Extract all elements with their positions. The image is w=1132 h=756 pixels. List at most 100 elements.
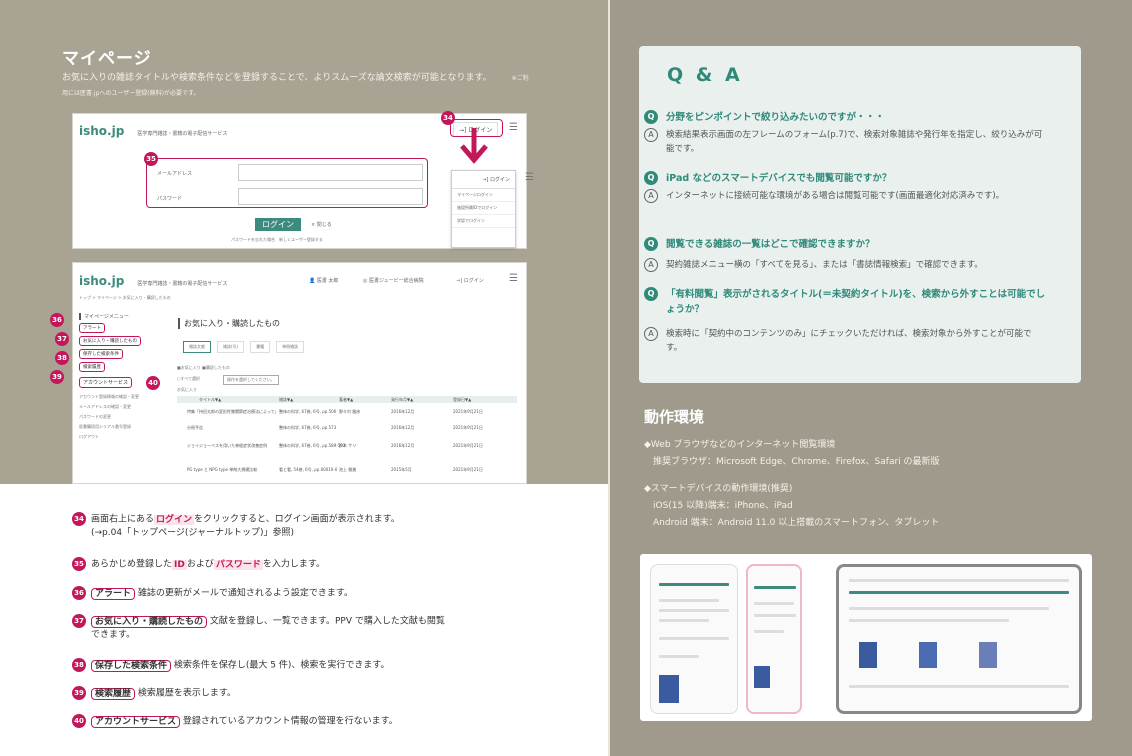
table-row[interactable]: ジョイジョーベスを用いた神経症状改善症例: [187, 443, 277, 449]
account-item-3[interactable]: パスワードの変更: [79, 412, 159, 422]
org-name[interactable]: ◎ 医書ジュービー総合病院: [363, 277, 424, 284]
sidebar-title: マイページメニュー: [79, 313, 159, 320]
explanation-num: 38: [72, 658, 86, 672]
tab-issues[interactable]: 雑誌(号): [217, 341, 245, 353]
account-item-4[interactable]: 医書購読用シリアル番号登録: [79, 422, 159, 432]
col-author[interactable]: 著者▼▲: [339, 397, 353, 403]
hamburger-icon[interactable]: ☰: [509, 122, 518, 133]
tab-bar: 雑誌文献 雑誌(号) 書籍 単冊雑誌: [183, 341, 305, 353]
action-select[interactable]: 操作を選択してください。: [223, 375, 279, 385]
sidebar-item-history[interactable]: 検索履歴: [79, 362, 105, 372]
menu-item-gakunin-login[interactable]: 学認でログイン: [452, 215, 515, 228]
table-row[interactable]: 分冊予告: [187, 425, 203, 431]
user-name[interactable]: 👤 医書 太郎: [309, 277, 338, 284]
phone-screenshot-1: [650, 564, 738, 714]
logo-area: isho.jp 医学専門雑誌・書籍の電子配信サービス: [79, 120, 227, 139]
question-icon: Q: [644, 110, 658, 124]
bar: [659, 637, 729, 640]
book-cover: [979, 642, 997, 668]
dropdown-login[interactable]: →] ログイン: [452, 171, 515, 189]
table-row[interactable]: 特集「持田太郎の変形性膝関節症治療法によって」: [187, 409, 277, 415]
explanation-34: 34 画面右上にある ログイン をクリックすると、ログイン画面が表示されます。 (→p…: [72, 512, 532, 540]
email-input[interactable]: [238, 164, 423, 181]
phone-screenshot-2: [746, 564, 802, 714]
isho-logo-2: isho.jp: [79, 274, 125, 288]
explanation-highlight: ログイン: [154, 514, 195, 525]
bar: [849, 579, 1069, 582]
tablet-screenshot: [836, 564, 1082, 714]
explanation-num: 36: [72, 586, 86, 600]
forgot-links[interactable]: パスワードを忘れた場合 新しくユーザー登録する: [231, 237, 323, 243]
col-journal[interactable]: 雑誌▼▲: [279, 397, 293, 403]
question-text: 閲覧できる雑誌の一覧はどこで確認できますか？: [666, 239, 875, 250]
mypage-title: マイページ: [62, 49, 152, 69]
menu-item-facility-login[interactable]: 施設所属IDでログイン: [452, 202, 515, 215]
table-cell: 2015年5月: [391, 467, 412, 472]
explanation-37: 37 お気に入り・購読したもの 文献を登録し、一覧できます。PPV で購入した文献…: [72, 614, 532, 642]
answer-icon: A: [644, 258, 658, 272]
filter-checkboxes[interactable]: ■お気に入り ■購読したもの: [177, 365, 230, 371]
col-title[interactable]: タイトル▼▲: [199, 397, 221, 403]
explanation-text: 文献を登録し、一覧できます。PPV で購入した文献も閲覧: [209, 616, 445, 627]
callout-36: 36: [50, 313, 64, 327]
sidebar-item-alert[interactable]: アラート: [79, 323, 105, 333]
login-link-2[interactable]: →] ログイン: [456, 277, 484, 284]
explanation-num: 40: [72, 714, 86, 728]
env-line-4: iOS(15 以降)端末：iPhone、iPad: [644, 501, 793, 511]
book-cover: [919, 642, 937, 668]
bar: [659, 583, 729, 586]
explanation-text: を入力します。: [262, 559, 325, 570]
email-label: メールアドレス: [157, 171, 193, 177]
tab-articles[interactable]: 雑誌文献: [183, 341, 211, 353]
table-row[interactable]: PG type と NPG type 単剤大規模比較: [187, 467, 277, 473]
bar: [849, 685, 1069, 688]
col-registered[interactable]: 登録日▼▲: [453, 397, 471, 403]
table-cell: 看と看, 54巻, 6号, pp.00010-00011: [279, 467, 337, 472]
explanation-text: および: [186, 559, 214, 570]
explanation-num: 35: [72, 557, 86, 571]
account-item-2[interactable]: メールアドレスの確認・変更: [79, 402, 159, 412]
env-line-1: ◆Web ブラウザなどのインターネット閲覧環境: [644, 440, 836, 450]
password-input[interactable]: [238, 188, 423, 205]
close-link[interactable]: × 閉じる: [311, 221, 332, 228]
callout-38: 38: [55, 351, 69, 365]
sidebar-item-favorites[interactable]: お気に入り・購読したもの: [79, 336, 141, 346]
select-all[interactable]: ○すべて選択: [177, 376, 200, 382]
answer-icon: A: [644, 327, 658, 341]
explanation-text: 画面右上にある: [91, 514, 155, 525]
table-cell: 2021年9月21日: [453, 443, 483, 448]
explanation-39: 39 検索履歴 検索履歴を表示します。: [72, 686, 532, 701]
answer-text: インターネットに接続可能な環境がある場合は閲覧可能です(画面最適化対応済みです)…: [666, 191, 1005, 201]
explanation-40: 40 アカウントサービス 登録されているアカウント情報の管理を行ないます。: [72, 714, 532, 729]
explanation-text: できます。: [91, 629, 136, 640]
tab-books[interactable]: 書籍: [250, 341, 271, 353]
answer-icon: A: [644, 189, 658, 203]
explanation-text: (→p.04「トップページ(ジャーナルトップ)」参照): [91, 527, 294, 538]
book-cover: [859, 642, 877, 668]
explanation-box: 保存した検索条件: [91, 659, 172, 672]
qa-title: Q & A: [667, 64, 743, 86]
login-button[interactable]: ログイン: [255, 218, 301, 231]
col-date[interactable]: 発行年月▼▲: [391, 397, 413, 403]
tab-single[interactable]: 単冊雑誌: [276, 341, 305, 353]
question-1: Q 分野をピンポイントで絞り込みたいのですが・・・: [644, 110, 1054, 125]
hamburger-icon-2[interactable]: ☰: [525, 172, 534, 183]
question-2: QiPad などのスマートデバイスでも閲覧可能ですか？: [644, 171, 1054, 186]
menu-item-mypage-login[interactable]: マイページログイン: [452, 189, 515, 202]
account-item-1[interactable]: アカウント登録情報の確認・変更: [79, 392, 159, 402]
answer-4: A 検索時に「契約中のコンテンツのみ」にチェックいただければ、検索対象から外すこと…: [644, 327, 1054, 355]
sidebar-item-saved-search[interactable]: 保存した検索条件: [79, 349, 123, 359]
explanation-text: 検索条件を保存し(最大 5 件)、検索を実行できます。: [173, 660, 390, 671]
explanation-text: 雑誌の更新がメールで通知されるよう設定できます。: [137, 588, 353, 599]
mypage-description: お気に入りの雑誌タイトルや検索条件などを登録することで、よりスムーズな論文検索が…: [62, 71, 532, 101]
breadcrumb[interactable]: トップ > マイページ > お気に入り・購読したもの: [79, 295, 171, 301]
book-cover: [659, 675, 679, 703]
question-icon: Q: [644, 287, 658, 301]
callout-34: 34: [441, 111, 455, 125]
explanation-box: お気に入り・購読したもの: [91, 615, 208, 628]
hamburger-icon-3[interactable]: ☰: [509, 273, 518, 284]
account-service-title[interactable]: アカウントサービス: [79, 377, 133, 388]
question-icon: Q: [644, 237, 658, 251]
account-item-5[interactable]: ログアウト: [79, 432, 159, 442]
explanation-text: 検索履歴を表示します。: [137, 688, 236, 699]
